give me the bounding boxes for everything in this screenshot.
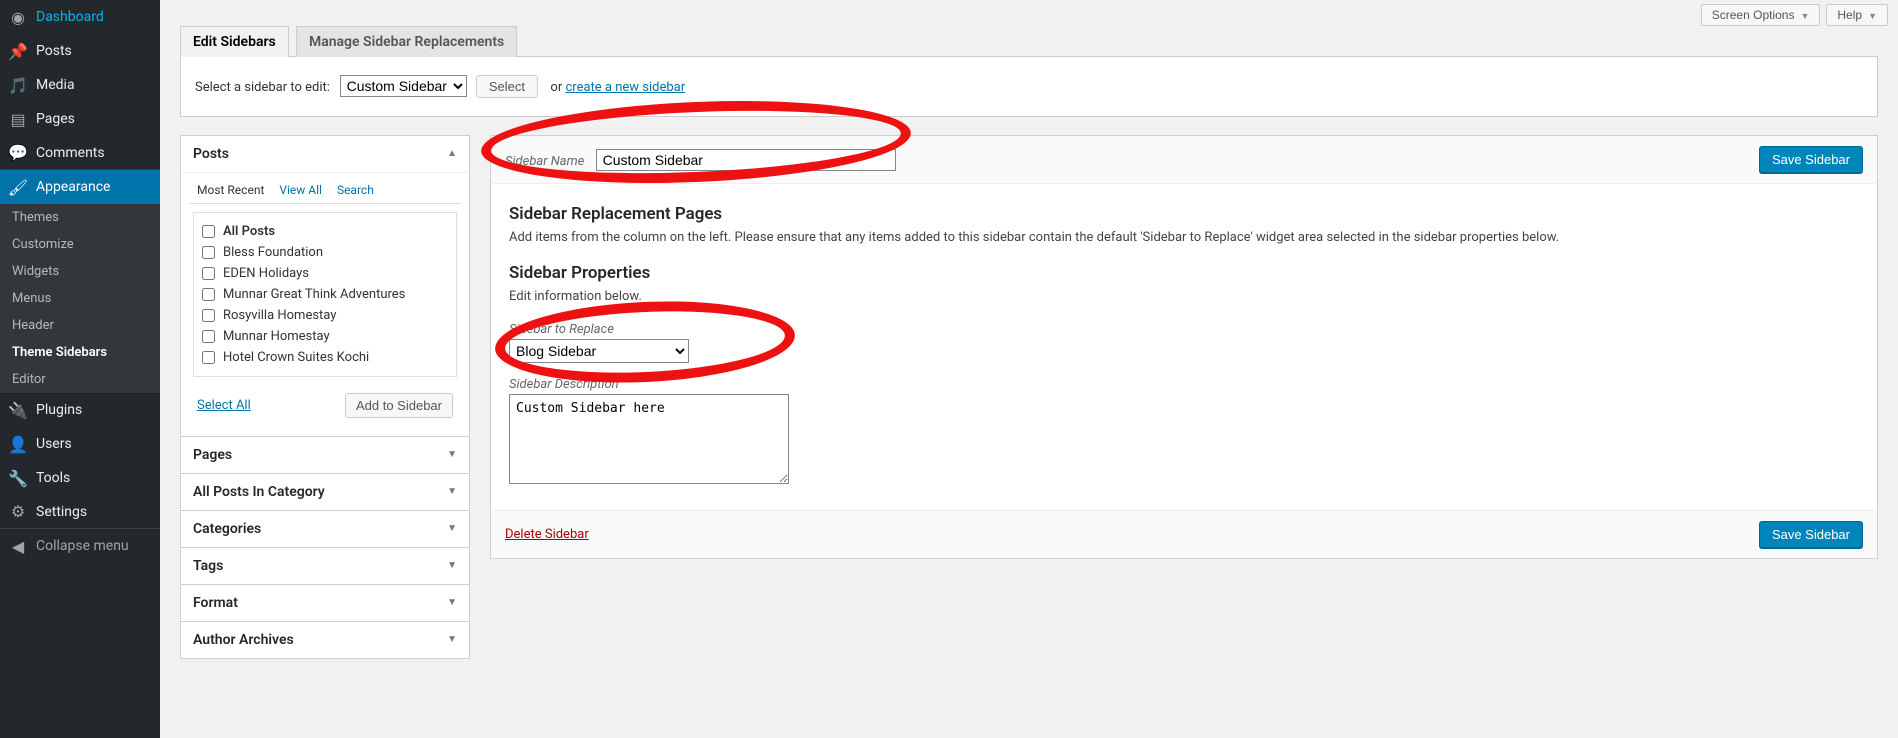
menu-pages[interactable]: ▤Pages bbox=[0, 102, 160, 136]
save-sidebar-bottom-button[interactable]: Save Sidebar bbox=[1759, 521, 1863, 548]
post-checkbox[interactable] bbox=[202, 330, 215, 343]
sidebar-properties-heading: Sidebar Properties bbox=[509, 263, 1859, 283]
content-sources-column: Posts▲ Most Recent View All Search All P… bbox=[180, 135, 470, 658]
tab-manage-replacements[interactable]: Manage Sidebar Replacements bbox=[296, 26, 517, 57]
menu-media[interactable]: 🎵Media bbox=[0, 68, 160, 102]
tools-icon: 🔧 bbox=[8, 468, 28, 488]
submenu-appearance: Themes Customize Widgets Menus Header Th… bbox=[0, 204, 160, 393]
menu-comments[interactable]: 💬Comments bbox=[0, 136, 160, 170]
settings-icon: ⚙ bbox=[8, 502, 28, 522]
screen-options-button[interactable]: Screen Options▼ bbox=[1701, 4, 1821, 26]
submenu-editor[interactable]: Editor bbox=[0, 366, 160, 393]
sidebar-settings-header: Sidebar Name Save Sidebar bbox=[491, 136, 1877, 184]
dashboard-icon: ◉ bbox=[8, 7, 28, 27]
appearance-icon: 🖌 bbox=[8, 177, 28, 197]
submenu-customize[interactable]: Customize bbox=[0, 231, 160, 258]
select-sidebar-label: Select a sidebar to edit: bbox=[195, 80, 330, 95]
create-new-sidebar-link[interactable]: create a new sidebar bbox=[565, 80, 685, 95]
sidebar-settings-box: Sidebar Name Save Sidebar Sidebar Replac… bbox=[490, 135, 1878, 559]
menu-dashboard[interactable]: ◉Dashboard bbox=[0, 0, 160, 34]
posts-tab-search[interactable]: Search bbox=[337, 183, 374, 197]
submenu-theme-sidebars[interactable]: Theme Sidebars bbox=[0, 339, 160, 366]
sidebar-settings-footer: Delete Sidebar Save Sidebar bbox=[491, 510, 1877, 558]
chevron-down-icon: ▼ bbox=[1800, 11, 1809, 21]
menu-posts[interactable]: 📌Posts bbox=[0, 34, 160, 68]
submenu-header[interactable]: Header bbox=[0, 312, 160, 339]
list-item[interactable]: Hotel Crown Suites Kochi bbox=[202, 347, 448, 368]
sidebar-description-label: Sidebar Description bbox=[509, 377, 1859, 392]
all-posts-item[interactable]: All Posts bbox=[202, 221, 448, 242]
chevron-down-icon: ▼ bbox=[1868, 11, 1877, 21]
posts-tab-viewall[interactable]: View All bbox=[279, 183, 322, 197]
chevron-down-icon: ▼ bbox=[447, 486, 457, 497]
menu-plugins[interactable]: 🔌Plugins bbox=[0, 393, 160, 427]
post-checkbox[interactable] bbox=[202, 288, 215, 301]
allpostscat-box[interactable]: All Posts In Category▼ bbox=[180, 473, 470, 511]
select-sidebar-button[interactable]: Select bbox=[476, 75, 538, 98]
menu-appearance[interactable]: 🖌Appearance bbox=[0, 170, 160, 204]
save-sidebar-top-button[interactable]: Save Sidebar bbox=[1759, 146, 1863, 173]
list-item[interactable]: Munnar Homestay bbox=[202, 326, 448, 347]
chevron-down-icon: ▼ bbox=[447, 523, 457, 534]
list-item[interactable]: Munnar Great Think Adventures bbox=[202, 284, 448, 305]
list-item[interactable]: Bless Foundation bbox=[202, 242, 448, 263]
post-checkbox[interactable] bbox=[202, 267, 215, 280]
chevron-down-icon: ▼ bbox=[447, 449, 457, 460]
pages-icon: ▤ bbox=[8, 109, 28, 129]
list-item[interactable]: Rosyvilla Homestay bbox=[202, 305, 448, 326]
author-box[interactable]: Author Archives▼ bbox=[180, 621, 470, 659]
sidebar-replace-label: Sidebar to Replace bbox=[509, 322, 1859, 337]
users-icon: 👤 bbox=[8, 434, 28, 454]
submenu-menus[interactable]: Menus bbox=[0, 285, 160, 312]
collapse-icon: ◀ bbox=[8, 536, 28, 556]
or-text: or bbox=[550, 80, 562, 95]
menu-settings[interactable]: ⚙Settings bbox=[0, 495, 160, 529]
post-checkbox[interactable] bbox=[202, 351, 215, 364]
select-sidebar-bar: Select a sidebar to edit: Custom Sidebar… bbox=[180, 57, 1878, 117]
post-checkbox[interactable] bbox=[202, 246, 215, 259]
format-box[interactable]: Format▼ bbox=[180, 584, 470, 622]
sidebar-description-textarea[interactable]: Custom Sidebar here bbox=[509, 394, 789, 484]
categories-box[interactable]: Categories▼ bbox=[180, 510, 470, 548]
list-item[interactable]: EDEN Holidays bbox=[202, 263, 448, 284]
posts-tab-recent[interactable]: Most Recent bbox=[197, 183, 264, 197]
select-all-link[interactable]: Select All bbox=[197, 398, 251, 413]
chevron-down-icon: ▼ bbox=[447, 597, 457, 608]
top-bar: Screen Options▼ Help▼ bbox=[160, 0, 1898, 26]
menu-users[interactable]: 👤Users bbox=[0, 427, 160, 461]
tags-box[interactable]: Tags▼ bbox=[180, 547, 470, 585]
chevron-down-icon: ▼ bbox=[447, 560, 457, 571]
plugins-icon: 🔌 bbox=[8, 400, 28, 420]
pin-icon: 📌 bbox=[8, 41, 28, 61]
post-checkbox[interactable] bbox=[202, 309, 215, 322]
replacement-pages-desc: Add items from the column on the left. P… bbox=[509, 230, 1859, 245]
sidebar-name-input[interactable] bbox=[596, 149, 896, 171]
posts-box-header[interactable]: Posts▲ bbox=[181, 136, 469, 172]
help-button[interactable]: Help▼ bbox=[1826, 4, 1888, 26]
posts-box: Posts▲ Most Recent View All Search All P… bbox=[180, 135, 470, 437]
sidebar-properties-desc: Edit information below. bbox=[509, 289, 1859, 304]
tab-bar: Edit Sidebars Manage Sidebar Replacement… bbox=[180, 26, 1878, 57]
chevron-down-icon: ▼ bbox=[447, 634, 457, 645]
menu-tools[interactable]: 🔧Tools bbox=[0, 461, 160, 495]
chevron-up-icon: ▲ bbox=[447, 148, 457, 159]
posts-list: All Posts Bless Foundation EDEN Holidays… bbox=[193, 212, 457, 377]
sidebar-dropdown[interactable]: Custom Sidebar bbox=[340, 75, 467, 97]
submenu-themes[interactable]: Themes bbox=[0, 204, 160, 231]
menu-collapse[interactable]: ◀Collapse menu bbox=[0, 529, 160, 563]
posts-tabs: Most Recent View All Search bbox=[189, 183, 461, 204]
add-to-sidebar-button[interactable]: Add to Sidebar bbox=[345, 393, 453, 418]
replacement-pages-heading: Sidebar Replacement Pages bbox=[509, 204, 1859, 224]
comments-icon: 💬 bbox=[8, 143, 28, 163]
submenu-widgets[interactable]: Widgets bbox=[0, 258, 160, 285]
media-icon: 🎵 bbox=[8, 75, 28, 95]
admin-menu: ◉Dashboard 📌Posts 🎵Media ▤Pages 💬Comment… bbox=[0, 0, 160, 738]
sidebar-settings-column: Sidebar Name Save Sidebar Sidebar Replac… bbox=[490, 135, 1878, 658]
sidebar-name-label: Sidebar Name bbox=[505, 154, 584, 169]
pages-box[interactable]: Pages▼ bbox=[180, 436, 470, 474]
all-posts-checkbox[interactable] bbox=[202, 225, 215, 238]
delete-sidebar-link[interactable]: Delete Sidebar bbox=[505, 527, 589, 542]
sidebar-replace-select[interactable]: Blog Sidebar bbox=[509, 339, 689, 363]
tab-edit-sidebars[interactable]: Edit Sidebars bbox=[180, 26, 289, 57]
